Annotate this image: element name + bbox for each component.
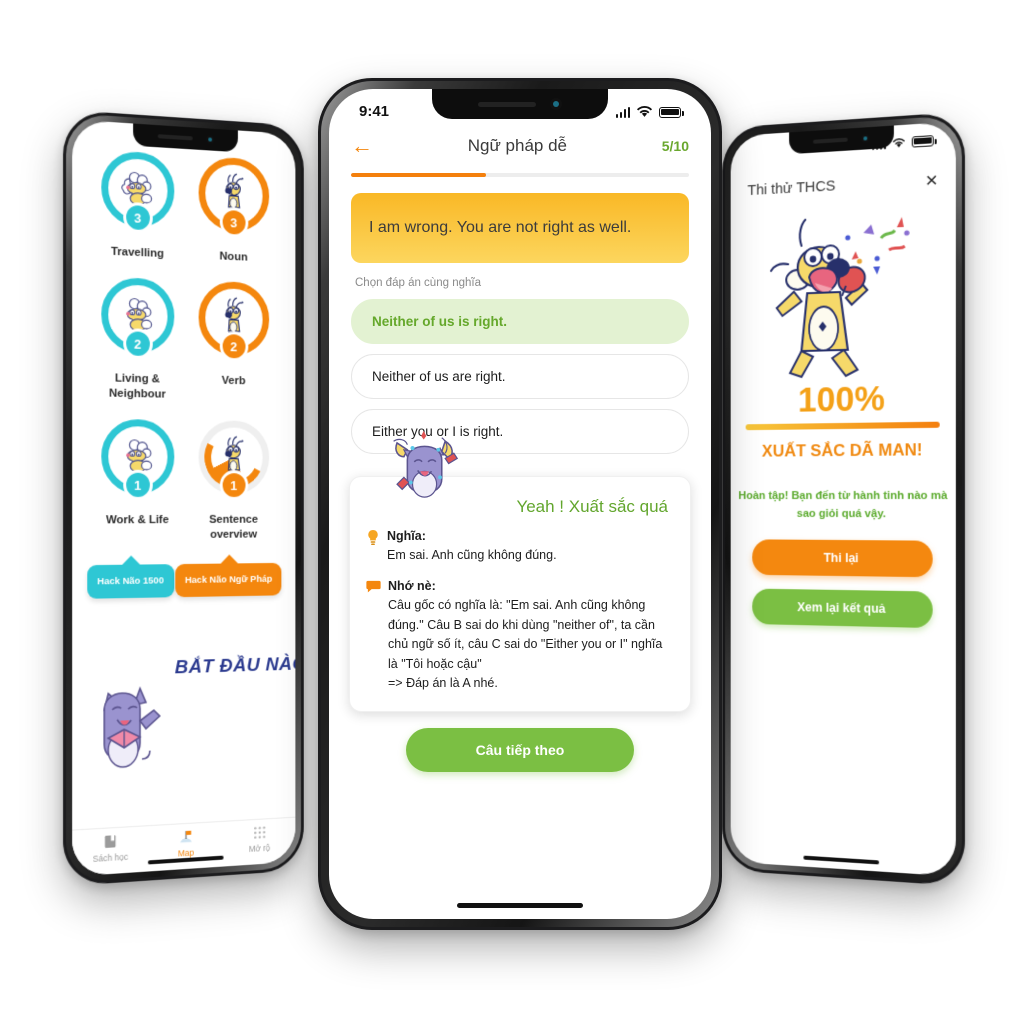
celebration-mascot-wrap <box>731 194 956 382</box>
status-indicators <box>615 105 684 118</box>
explanation-card: Yeah ! Xuất sắc quá Nghĩa: Em sai. Anh c… <box>349 476 691 713</box>
center-phone-screen: 9:41 ← Ngữ pháp dễ 5/10 I am wrong. You … <box>329 89 711 919</box>
left-phone-screen: 3 Travelling 3 Noun 2 Living & Neighbour… <box>72 119 296 877</box>
lesson-node-living-neighbour[interactable]: 2 Living & Neighbour <box>88 277 186 403</box>
question-prompt-card: I am wrong. You are not right as well. <box>351 193 689 263</box>
start-title: BẮT ĐẦU NÀO <box>174 653 296 679</box>
node-ring: 2 <box>198 280 269 362</box>
answer-option-a[interactable]: Neither of us is right. <box>351 299 689 344</box>
question-hint: Chọn đáp án cùng nghĩa <box>355 277 481 289</box>
speaker-icon <box>813 137 848 144</box>
tab-label: Mở rộ <box>248 842 271 854</box>
cat-celebrating-icon <box>393 430 459 498</box>
node-ring: 3 <box>198 155 269 238</box>
node-label: Living & Neighbour <box>109 372 166 401</box>
book-icon <box>105 835 116 848</box>
center-phone-mockup: 9:41 ← Ngữ pháp dễ 5/10 I am wrong. You … <box>318 78 722 930</box>
score-progress-bar <box>745 421 940 431</box>
quiz-title: Ngữ pháp dễ <box>467 136 568 155</box>
grid-icon <box>253 826 265 839</box>
speaker-icon <box>478 101 536 107</box>
flag-icon <box>179 830 193 843</box>
cat-reading-icon <box>90 673 185 782</box>
wifi-icon <box>636 105 653 117</box>
screenshot-stage: 3 Travelling 3 Noun 2 Living & Neighbour… <box>0 0 1024 1024</box>
speech-bubble-icon <box>366 581 381 593</box>
note-text: Câu gốc có nghĩa là: "Em sai. Anh cũng k… <box>388 598 663 690</box>
map-scroll-area[interactable]: 3 Travelling 3 Noun 2 Living & Neighbour… <box>72 119 295 829</box>
course-tag-hacknao-ngu-phap[interactable]: Hack Não Ngữ Pháp <box>175 562 282 598</box>
node-ring: 1 <box>100 418 174 501</box>
front-camera-icon <box>550 98 562 110</box>
note-label: Nhớ nè: <box>388 579 436 594</box>
battery-icon <box>659 106 684 118</box>
node-badge: 1 <box>219 470 248 501</box>
battery-icon <box>911 134 934 148</box>
back-arrow-icon[interactable]: ← <box>351 135 373 157</box>
node-label: Travelling <box>110 245 164 261</box>
node-ring-partial-progress: 1 <box>198 420 269 501</box>
node-label: Sentence overview <box>209 513 258 541</box>
question-counter: 5/10 <box>661 138 689 154</box>
dog-celebrating-icon <box>760 196 925 382</box>
lesson-node-sentence-overview[interactable]: 1 Sentence overview <box>186 420 280 542</box>
explanation-note-body: Nhớ nè: Câu gốc có nghĩa là: "Em sai. An… <box>388 579 674 693</box>
front-camera-icon <box>861 134 870 143</box>
wifi-icon <box>892 136 906 147</box>
score-percent: 100% <box>797 379 885 420</box>
right-phone-mockup: Thi thử THCS × 100% XUẤT SẮC DÃ MAN! Hoà… <box>722 111 965 887</box>
answer-option-b[interactable]: Neither of us are right. <box>351 354 689 399</box>
node-badge: 1 <box>122 469 153 501</box>
node-ring: 3 <box>100 149 174 234</box>
explanation-section: Yeah ! Xuất sắc quá Nghĩa: Em sai. Anh c… <box>349 430 691 713</box>
node-label: Noun <box>219 250 248 264</box>
course-tag-row: Hack Não 1500 Hack Não Ngữ Pháp <box>72 541 295 599</box>
lesson-node-verb[interactable]: 2 Verb <box>186 280 280 403</box>
node-label: Work & Life <box>105 514 169 527</box>
node-badge: 3 <box>219 206 248 238</box>
home-indicator <box>803 855 880 865</box>
lesson-node-grid: 3 Travelling 3 Noun 2 Living & Neighbour… <box>72 148 295 543</box>
tab-mo-rong[interactable]: Mở rộ <box>223 823 295 856</box>
tab-label: Sách học <box>92 851 129 864</box>
left-phone-mockup: 3 Travelling 3 Noun 2 Living & Neighbour… <box>63 109 304 887</box>
close-icon[interactable]: × <box>925 168 937 192</box>
score-message: Hoàn tập! Bạn đến từ hành tinh nào mà sa… <box>738 489 948 521</box>
home-indicator <box>457 903 583 908</box>
node-label: Verb <box>221 375 246 388</box>
next-question-button[interactable]: Câu tiếp theo <box>406 728 634 773</box>
lesson-node-noun[interactable]: 3 Noun <box>186 155 280 266</box>
meaning-text: Em sai. Anh cũng không đúng. <box>387 548 557 562</box>
tab-sach-hoc[interactable]: Sách học <box>72 831 148 865</box>
signal-icon <box>615 106 630 118</box>
notch <box>432 89 608 119</box>
node-badge: 2 <box>219 331 248 362</box>
right-phone-screen: Thi thử THCS × 100% XUẤT SẮC DÃ MAN! Hoà… <box>730 121 956 877</box>
lesson-node-travelling[interactable]: 3 Travelling <box>88 149 186 262</box>
node-badge: 3 <box>122 201 153 234</box>
lesson-node-work-life[interactable]: 1 Work & Life <box>88 418 186 543</box>
meaning-label: Nghĩa: <box>387 529 426 543</box>
explanation-meaning-body: Nghĩa: Em sai. Anh cũng không đúng. <box>387 529 674 565</box>
explanation-meaning-row: Nghĩa: Em sai. Anh cũng không đúng. <box>366 529 674 565</box>
review-results-button[interactable]: Xem lại kết quả <box>752 588 933 628</box>
front-camera-icon <box>206 135 214 144</box>
node-ring: 2 <box>100 277 174 360</box>
result-title: Thi thử THCS <box>747 177 836 200</box>
node-badge: 2 <box>122 328 153 360</box>
retry-button[interactable]: Thi lại <box>752 539 933 578</box>
lightbulb-icon <box>368 529 378 546</box>
status-time: 9:41 <box>359 102 390 120</box>
start-banner: BẮT ĐẦU NÀO <box>72 648 295 797</box>
quiz-progress-fill <box>351 173 487 177</box>
explanation-note-row: Nhớ nè: Câu gốc có nghĩa là: "Em sai. An… <box>366 579 674 693</box>
score-rating: XUẤT SẮC DÃ MAN! <box>761 440 923 461</box>
speaker-icon <box>157 134 193 141</box>
course-tag-hacknao1500[interactable]: Hack Não 1500 <box>86 564 174 599</box>
quiz-progress-bar <box>351 173 689 177</box>
